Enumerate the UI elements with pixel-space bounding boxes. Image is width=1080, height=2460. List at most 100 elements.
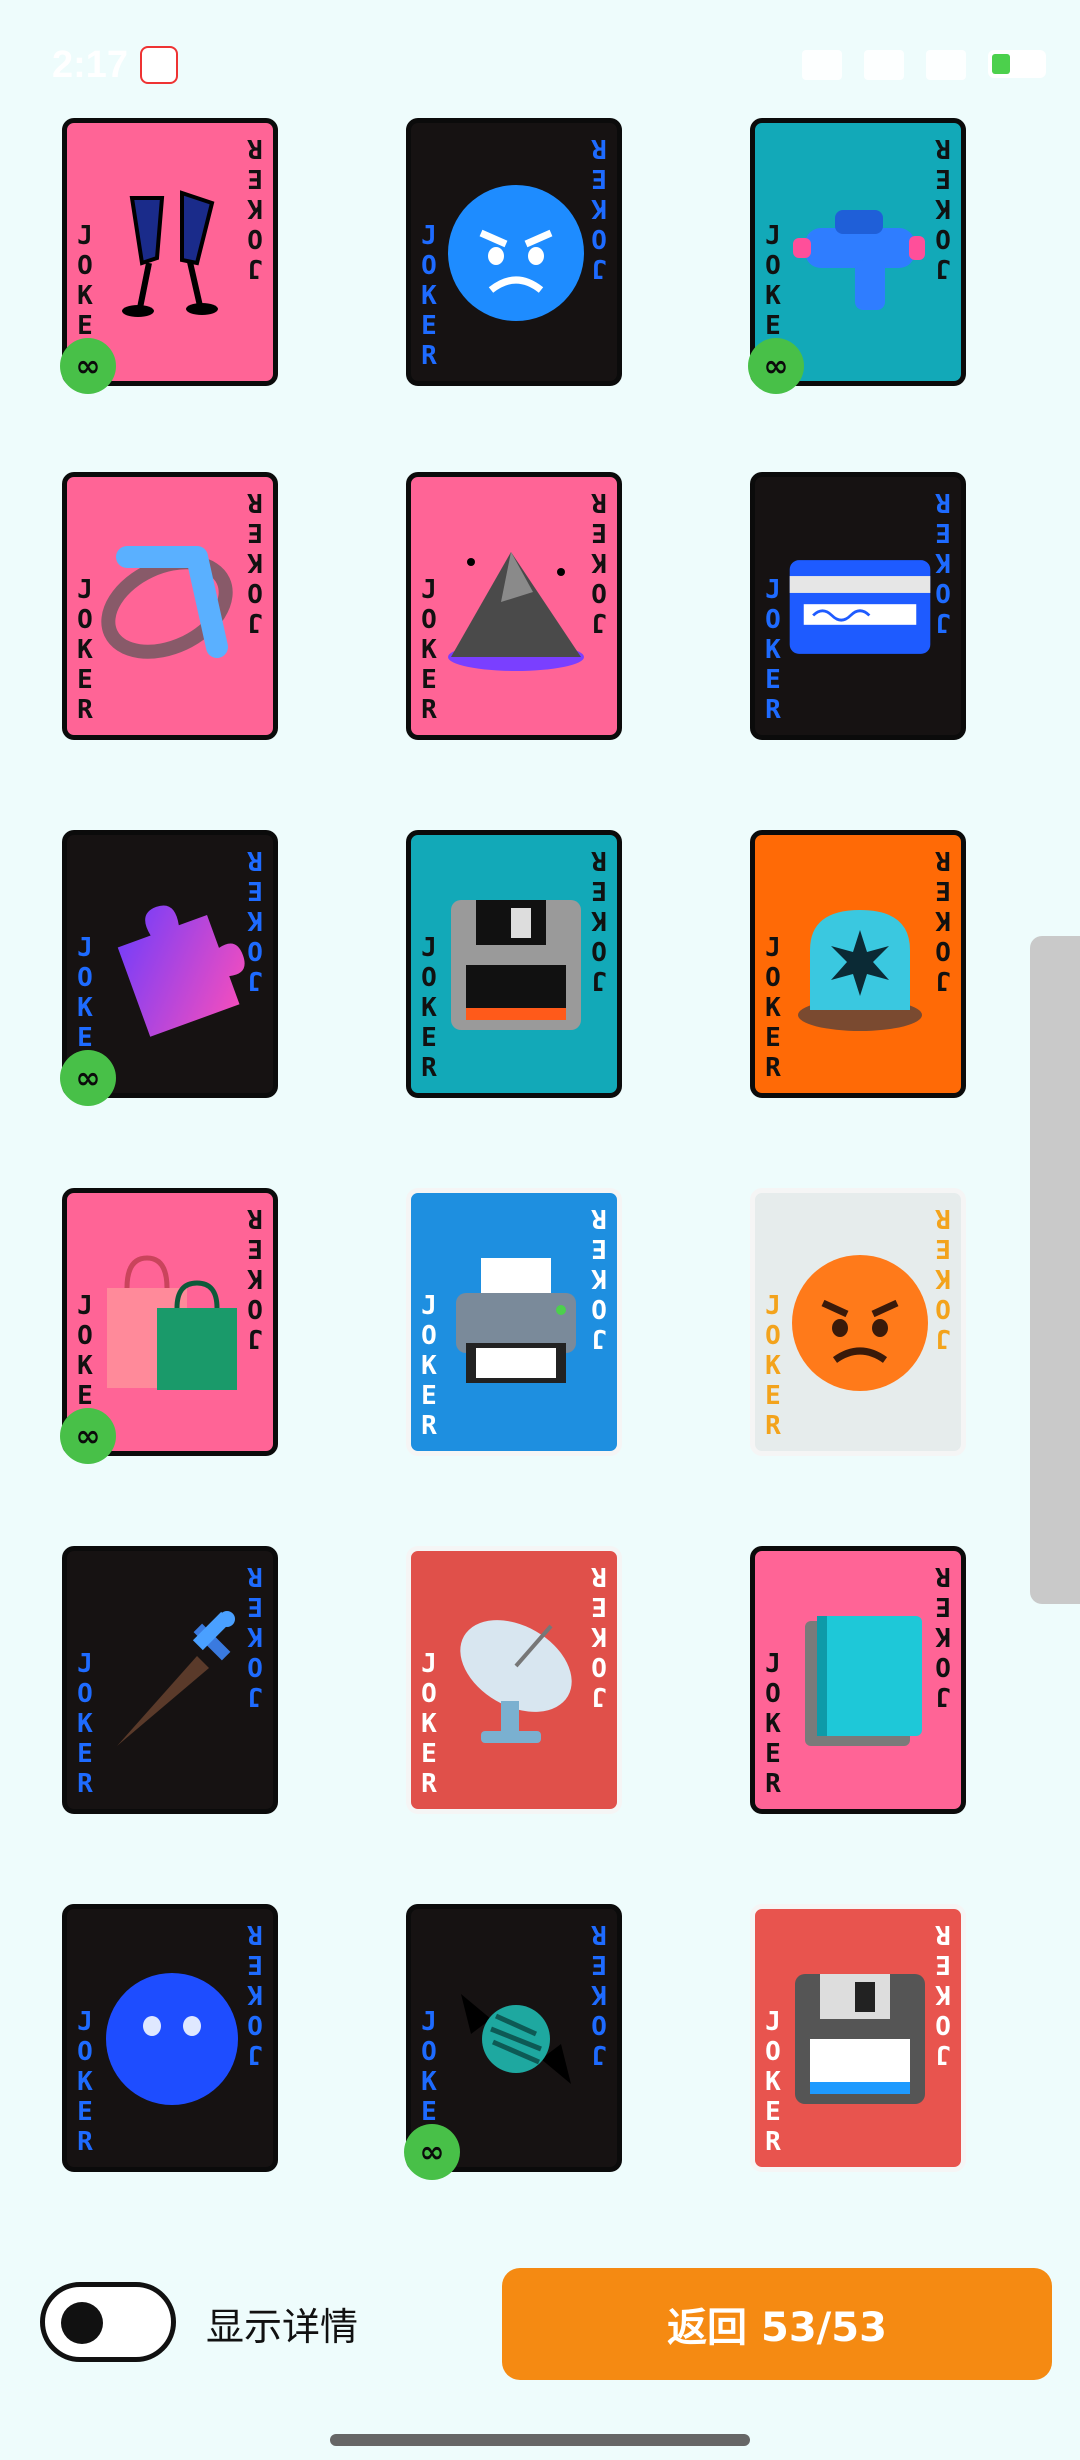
joker-letter: J <box>935 253 951 283</box>
joker-letter: E <box>77 1381 93 1411</box>
champagne-glasses-icon <box>97 153 247 353</box>
joker-letter: O <box>935 223 951 253</box>
joker-letter: K <box>77 2067 93 2097</box>
joker-letter: O <box>591 577 607 607</box>
joker-letter: E <box>591 875 607 905</box>
show-details-toggle[interactable] <box>40 2282 176 2362</box>
joker-letter: E <box>935 875 951 905</box>
joker-letter: J <box>247 1323 263 1353</box>
scrollbar[interactable] <box>1030 936 1080 1604</box>
joker-letter: O <box>247 1293 263 1323</box>
joker-letter: R <box>935 1919 951 1949</box>
shopping-bags-icon <box>97 1223 247 1423</box>
joker-letter: R <box>765 1053 781 1083</box>
joker-letter: K <box>421 281 437 311</box>
joker-card-siren-light[interactable]: JOKERJOKER <box>750 830 966 1098</box>
joker-letter: J <box>591 965 607 995</box>
joker-label-rotated: JOKER <box>585 1561 613 1711</box>
joker-letter: O <box>591 1293 607 1323</box>
joker-letter: E <box>77 311 93 341</box>
joker-letter: O <box>77 1679 93 1709</box>
joker-letter: K <box>77 1709 93 1739</box>
joker-letter: J <box>591 607 607 637</box>
joker-letter: J <box>591 1681 607 1711</box>
joker-letter: O <box>77 2037 93 2067</box>
joker-letter: R <box>935 133 951 163</box>
joker-letter: J <box>77 2007 93 2037</box>
joker-letter: K <box>765 993 781 1023</box>
joker-label: JOKER <box>415 1291 443 1441</box>
water-pistol-icon <box>785 153 935 353</box>
joker-letter: R <box>247 1919 263 1949</box>
joker-letter: R <box>591 1203 607 1233</box>
joker-card-printer[interactable]: JOKER JOKER <box>406 1188 622 1456</box>
siren-light-icon <box>785 865 935 1065</box>
joker-card-floppy-disk-white[interactable]: JOKERJOKER <box>750 1904 966 2172</box>
joker-letter: K <box>765 281 781 311</box>
joker-label-rotated: JOKER <box>241 487 269 637</box>
joker-letter: J <box>591 1323 607 1353</box>
joker-letter: R <box>421 1769 437 1799</box>
joker-label-rotated: JOKER <box>241 1919 269 2069</box>
joker-label-rotated: JOKER <box>241 1561 269 1711</box>
joker-letter: K <box>247 1263 263 1293</box>
joker-letter: K <box>77 1351 93 1381</box>
joker-letter: R <box>765 2127 781 2157</box>
show-details-label: 显示详情 <box>206 2305 359 2349</box>
joker-letter: K <box>247 1979 263 2009</box>
joker-letter: J <box>247 1681 263 1711</box>
credit-card-icon <box>785 507 935 707</box>
joker-card-mountain[interactable]: JOKERJOKER <box>406 472 622 740</box>
angry-blue-face-icon <box>441 153 591 353</box>
joker-label-rotated: JOKER <box>929 1561 957 1711</box>
home-indicator[interactable] <box>330 2434 750 2446</box>
joker-label-rotated: JOKER <box>929 133 957 283</box>
joker-letter: J <box>591 253 607 283</box>
candy-icon <box>441 1939 591 2139</box>
joker-card-book[interactable]: JOKERJOKER <box>750 1546 966 1814</box>
floppy-disk-white-icon <box>785 1939 935 2139</box>
joker-letter: E <box>421 311 437 341</box>
joker-card-blue-blob[interactable]: JOKER JOKER <box>62 1904 278 2172</box>
joker-letter: J <box>421 2007 437 2037</box>
joker-letter: R <box>935 1203 951 1233</box>
joker-letter: O <box>591 223 607 253</box>
joker-letter: E <box>935 517 951 547</box>
joker-label: JOKER <box>71 2007 99 2157</box>
joker-letter: E <box>935 163 951 193</box>
joker-card-angry-blue-face[interactable]: JOKERJOKER <box>406 118 622 386</box>
joker-letter: J <box>247 607 263 637</box>
joker-card-floppy-disk[interactable]: JOKERJOKER <box>406 830 622 1098</box>
joker-card-credit-card[interactable]: JOKERJOKER <box>750 472 966 740</box>
joker-label-rotated: JOKER <box>585 1203 613 1353</box>
joker-card-boomerang[interactable]: JOKER JOKER <box>62 472 278 740</box>
joker-letter: O <box>247 223 263 253</box>
infinite-badge: ∞ <box>60 1050 116 1106</box>
joker-letter: J <box>765 1291 781 1321</box>
joker-label: JOKER <box>71 575 99 725</box>
joker-letter: E <box>765 2097 781 2127</box>
joker-letter: E <box>765 1023 781 1053</box>
joker-letter: R <box>421 1411 437 1441</box>
joker-label: JOKER <box>759 1291 787 1441</box>
joker-letter: J <box>765 933 781 963</box>
joker-letter: R <box>247 133 263 163</box>
joker-letter: O <box>591 935 607 965</box>
joker-letter: K <box>765 2067 781 2097</box>
back-button[interactable]: 返回 53/53 <box>502 2268 1052 2380</box>
joker-card-dagger[interactable]: JOKERJOKER <box>62 1546 278 1814</box>
joker-letter: K <box>765 1351 781 1381</box>
joker-card-angry-face[interactable]: JOKERJOKER <box>750 1188 966 1456</box>
joker-label: JOKER <box>415 221 443 371</box>
joker-label: JOKER <box>415 575 443 725</box>
joker-letter: K <box>421 635 437 665</box>
infinite-badge: ∞ <box>404 2124 460 2180</box>
joker-letter: K <box>935 905 951 935</box>
joker-letter: J <box>421 575 437 605</box>
joker-card-satellite-dish[interactable]: JOKERJOKER <box>406 1546 622 1814</box>
joker-letter: O <box>77 605 93 635</box>
joker-letter: O <box>591 2009 607 2039</box>
joker-letter: O <box>935 2009 951 2039</box>
joker-letter: R <box>935 1561 951 1591</box>
dagger-icon <box>97 1581 247 1781</box>
